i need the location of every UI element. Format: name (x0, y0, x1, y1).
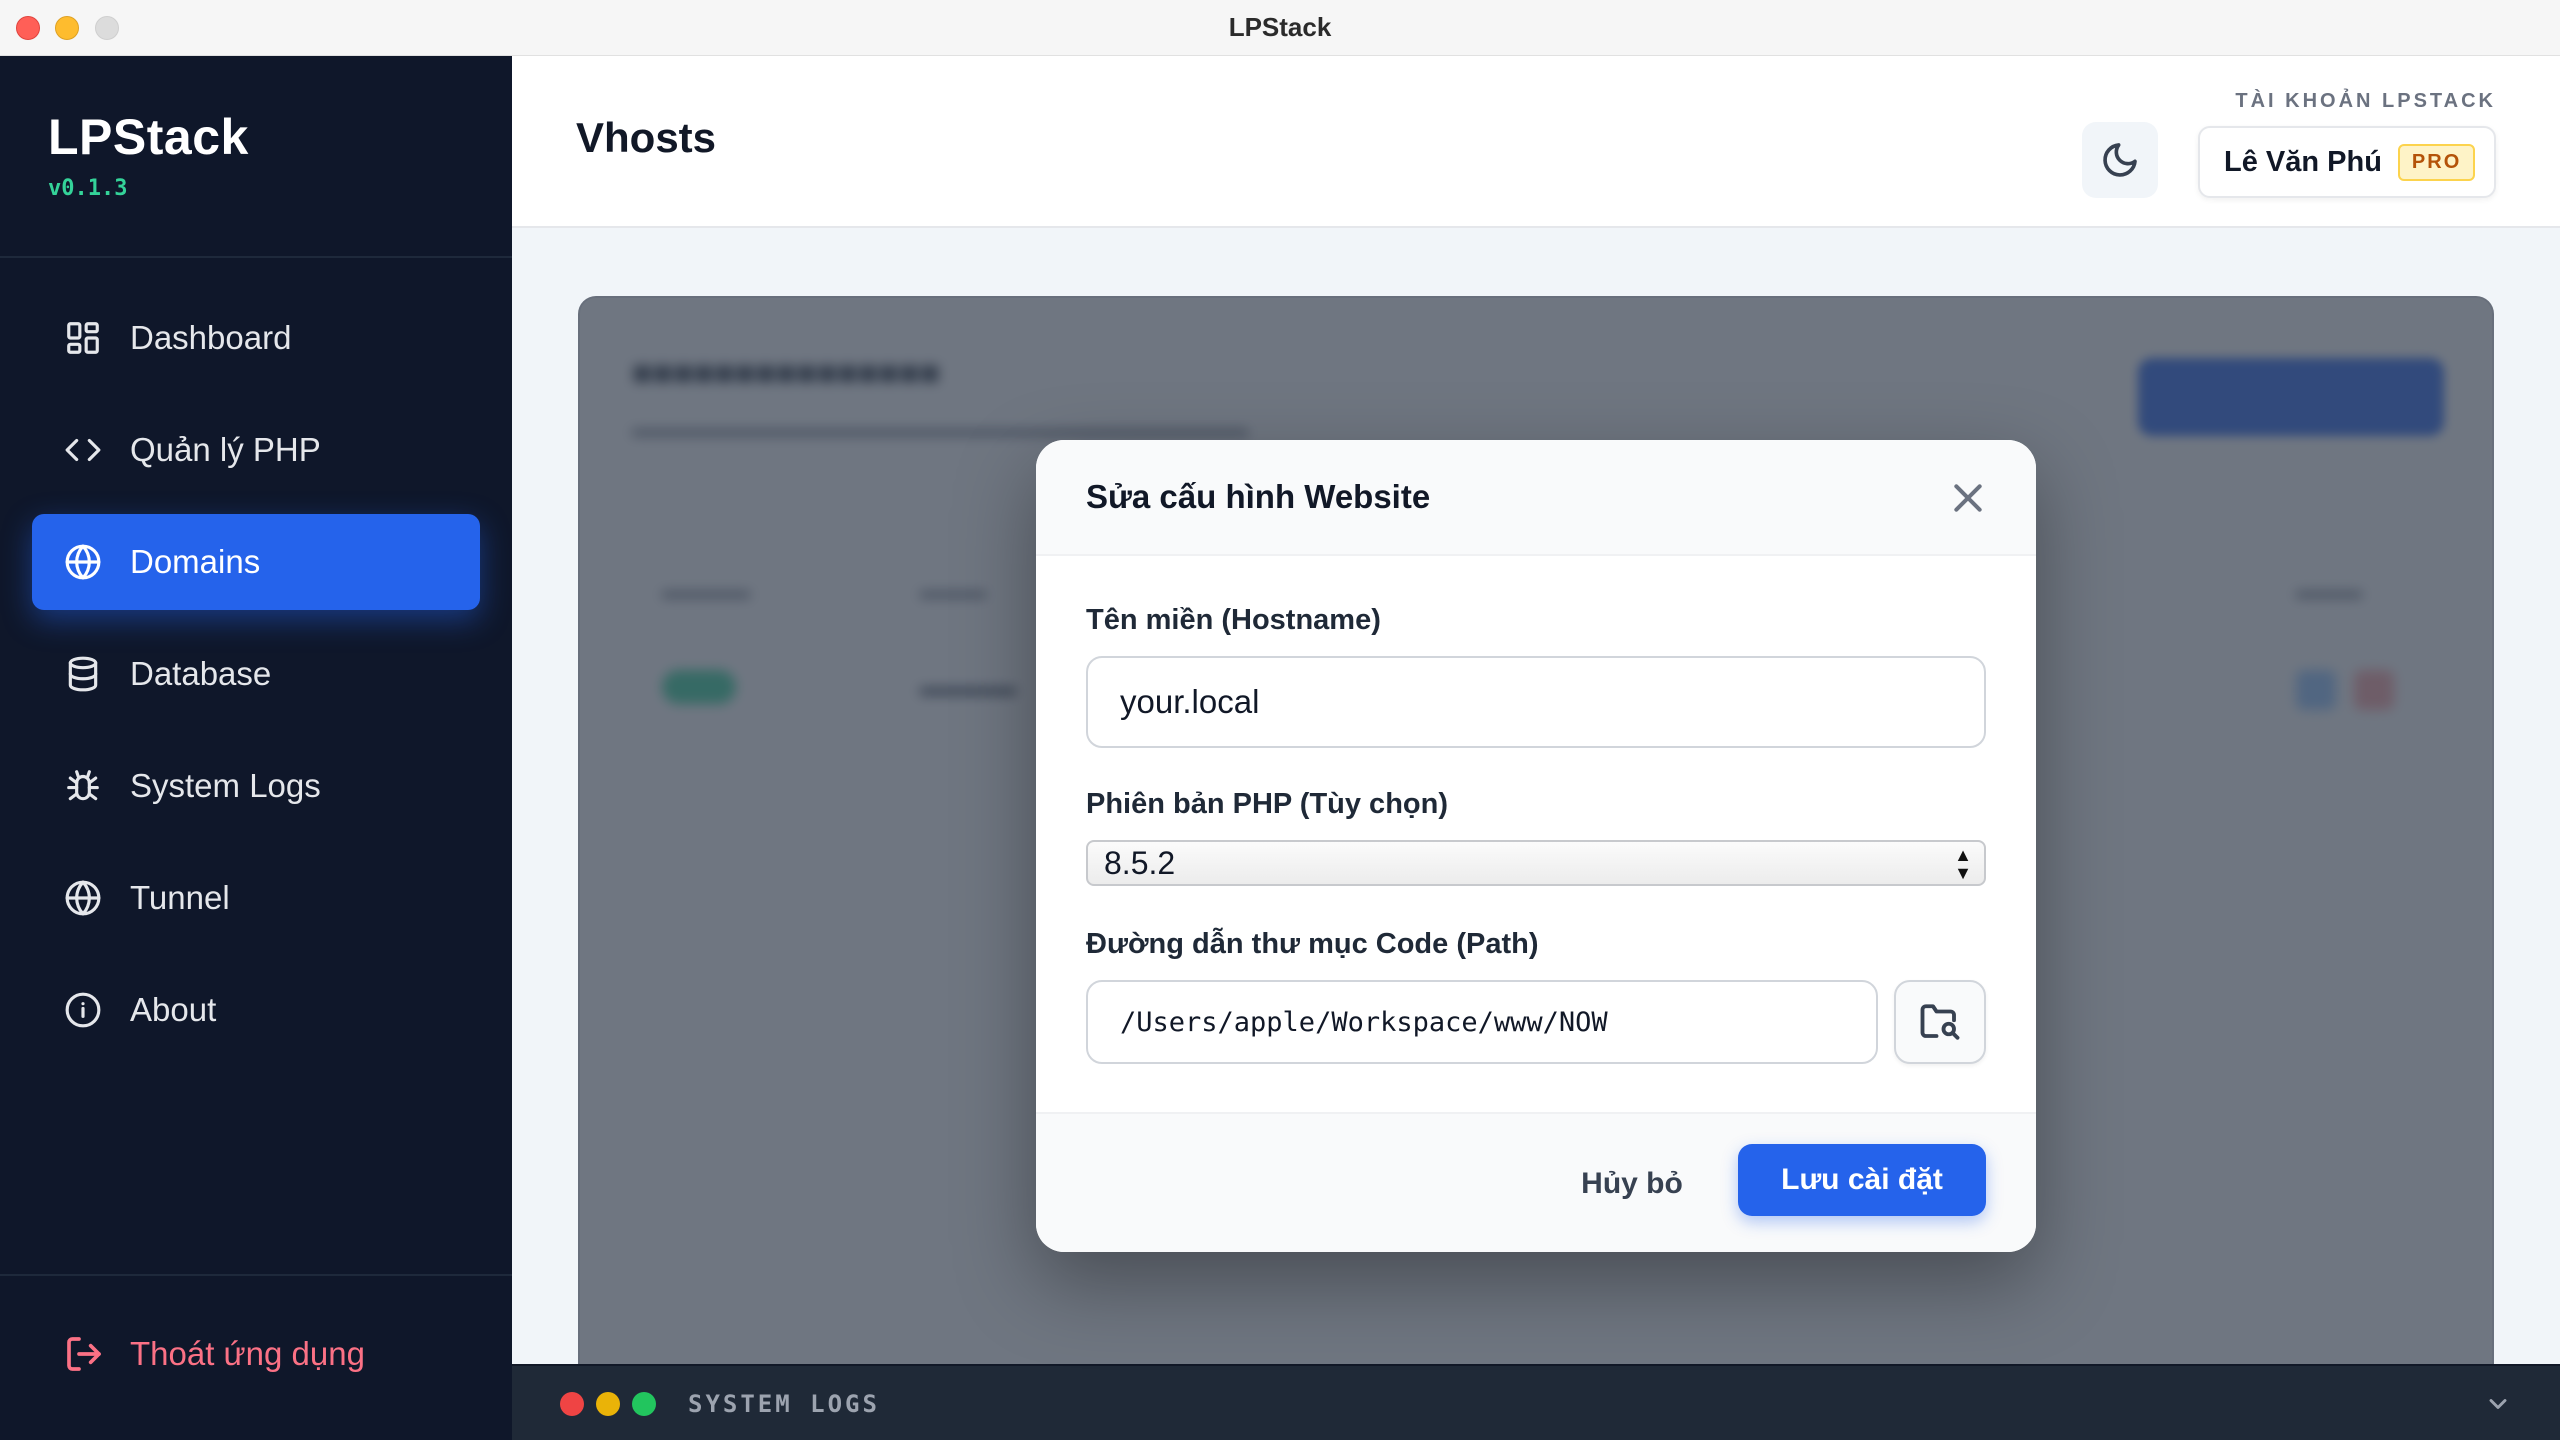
sidebar-item-label: Database (130, 655, 272, 692)
sidebar-item-system-logs[interactable]: System Logs (32, 738, 480, 834)
chevron-down-icon[interactable] (2484, 1390, 2512, 1418)
log-dot-red (560, 1392, 584, 1416)
php-version-label: Phiên bản PHP (Tùy chọn) (1086, 788, 1448, 820)
pro-badge: PRO (2397, 143, 2476, 181)
bug-icon (64, 767, 102, 805)
path-label: Đường dẫn thư mục Code (Path) (1086, 928, 1539, 960)
hostname-label: Tên miền (Hostname) (1086, 604, 1381, 636)
title-bar: LPStack (0, 0, 2560, 56)
theme-toggle-button[interactable] (2082, 122, 2158, 198)
sidebar-item-label: Dashboard (130, 319, 292, 356)
globe-icon (64, 543, 102, 581)
path-input[interactable]: /Users/apple/Workspace/www/NOW (1086, 980, 1878, 1064)
header: Vhosts TÀI KHOẢN LPSTACK Lê Văn Phú PRO (512, 56, 2560, 228)
globe-icon (64, 879, 102, 917)
account-button[interactable]: Lê Văn Phú PRO (2198, 126, 2496, 198)
php-version-value: 8.5.2 (1104, 844, 1176, 881)
sidebar-item-tunnel[interactable]: Tunnel (32, 850, 480, 946)
sidebar-item-php[interactable]: Quản lý PHP (32, 402, 480, 498)
cancel-button[interactable]: Hủy bỏ (1548, 1148, 1716, 1220)
logout-label: Thoát ứng dụng (130, 1335, 365, 1372)
logout-button[interactable]: Thoát ứng dụng (64, 1334, 365, 1374)
account-label: TÀI KHOẢN LPSTACK (2235, 90, 2496, 112)
select-arrows-icon: ▲ ▼ (1954, 845, 1972, 883)
logout-icon (67, 1337, 101, 1371)
sidebar-item-label: About (130, 991, 217, 1028)
sidebar-item-label: Tunnel (130, 879, 230, 916)
folder-search-icon (1920, 1004, 1960, 1040)
edit-website-modal: Sửa cấu hình Website Tên miền (Hostname)… (1036, 440, 2036, 1252)
modal-footer: Hủy bỏ Lưu cài đặt (1036, 1112, 2036, 1252)
log-dot-green (632, 1392, 656, 1416)
sidebar-item-label: Domains (130, 543, 261, 580)
sidebar: LPStack v0.1.3 Dashboard Quản lý PHP Dom… (0, 56, 512, 1440)
save-button[interactable]: Lưu cài đặt (1738, 1144, 1986, 1216)
divider (0, 1274, 512, 1276)
modal-title: Sửa cấu hình Website (1086, 478, 1431, 515)
info-icon (64, 991, 102, 1029)
sidebar-item-label: System Logs (130, 767, 321, 804)
brand-name: LPStack (48, 109, 249, 165)
sidebar-item-database[interactable]: Database (32, 626, 480, 722)
divider (0, 256, 512, 258)
hostname-input[interactable]: your.local (1086, 656, 1986, 748)
sidebar-item-label: Quản lý PHP (130, 431, 321, 468)
system-logs-title: SYSTEM LOGS (688, 1390, 880, 1418)
log-dot-yellow (596, 1392, 620, 1416)
window-title: LPStack (1228, 12, 1332, 42)
page-title: Vhosts (576, 114, 717, 161)
brand: LPStack v0.1.3 (48, 108, 249, 201)
modal-header: Sửa cấu hình Website (1036, 440, 2036, 556)
account-name: Lê Văn Phú (2224, 145, 2382, 178)
system-logs-bar[interactable]: SYSTEM LOGS (512, 1364, 2560, 1440)
browse-folder-button[interactable] (1894, 980, 1986, 1064)
moon-icon (2103, 143, 2137, 177)
brand-version: v0.1.3 (48, 176, 128, 201)
sidebar-item-domains[interactable]: Domains (32, 514, 480, 610)
database-icon (64, 655, 102, 693)
php-version-select[interactable]: 8.5.2 ▲ ▼ (1086, 840, 1986, 886)
code-icon (64, 431, 102, 469)
sidebar-item-about[interactable]: About (32, 962, 480, 1058)
sidebar-item-dashboard[interactable]: Dashboard (32, 290, 480, 386)
close-icon[interactable] (1948, 478, 1988, 518)
dashboard-grid-icon (64, 319, 102, 357)
sidebar-nav: Dashboard Quản lý PHP Domains Database S… (32, 290, 480, 1074)
